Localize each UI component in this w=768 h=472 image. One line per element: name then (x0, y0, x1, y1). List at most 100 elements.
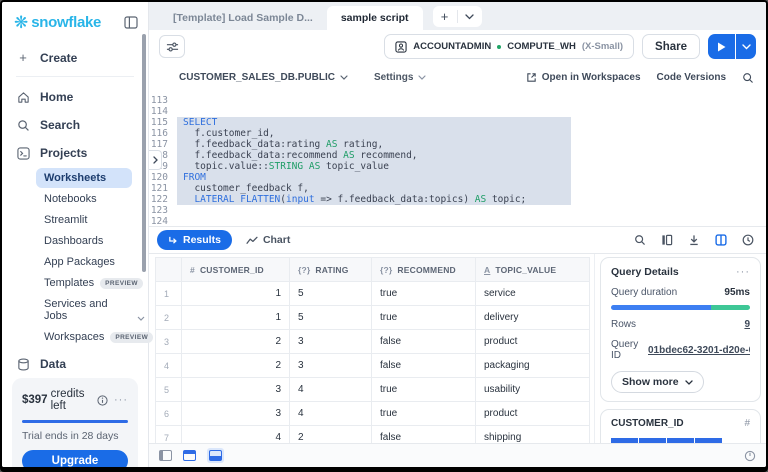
layout-editor-only-icon[interactable] (159, 450, 172, 461)
sidebar-item-dashboards[interactable]: Dashboards (36, 231, 132, 251)
run-button[interactable] (708, 34, 735, 59)
sidebar-scrollbar[interactable] (142, 34, 146, 272)
cell-rating[interactable]: 4 (289, 377, 372, 402)
sidebar-scroll-more-icon[interactable] (137, 308, 145, 326)
sidebar-item-services-and-jobs[interactable]: Services and Jobs (36, 294, 132, 326)
cell-customer_id[interactable]: 3 (181, 377, 290, 402)
run-options-chevron-icon[interactable] (736, 34, 756, 59)
database-icon (16, 358, 30, 371)
new-tab-button[interactable]: + (433, 6, 457, 27)
query-id-link[interactable]: 01bdec62-3201-d20e-0... (648, 345, 750, 356)
row-number: 2 (155, 305, 182, 330)
info-icon[interactable] (97, 394, 108, 406)
rows-value-link[interactable]: 9 (744, 319, 750, 330)
history-clock-icon[interactable] (742, 234, 754, 246)
credits-menu-icon[interactable]: ··· (114, 394, 128, 406)
sidebar-item-worksheets[interactable]: Worksheets (36, 168, 132, 188)
sidebar-item-projects[interactable]: Projects (10, 139, 140, 167)
cell-customer_id[interactable]: 1 (181, 305, 290, 330)
status-power-icon[interactable] (744, 450, 756, 462)
columns-icon[interactable] (661, 234, 673, 246)
code-versions-link[interactable]: Code Versions (657, 72, 726, 83)
tab-chart[interactable]: Chart (246, 234, 290, 246)
cell-rating[interactable]: 4 (289, 401, 372, 426)
table-row[interactable]: 1 1 5 true service (155, 281, 590, 306)
divider (16, 76, 134, 77)
sidebar-item-search[interactable]: Search (10, 111, 140, 139)
results-table-wrap[interactable]: # CUSTOMER_ID {?} RATING {?} RECOMMEND A TOPIC_… (155, 257, 590, 443)
table-row[interactable]: 4 2 3 false packaging (155, 353, 590, 378)
sidebar-item-templates[interactable]: Templates PREVIEW (36, 273, 143, 293)
sidebar-item-workspaces[interactable]: Workspaces PREVIEW (36, 327, 154, 347)
column-name: RECOMMEND (397, 264, 456, 275)
tab-sample-script[interactable]: sample script (326, 6, 423, 30)
cell-customer_id[interactable]: 1 (181, 281, 290, 306)
sidebar-item-notebooks[interactable]: Notebooks (36, 189, 132, 209)
upgrade-button[interactable]: Upgrade (22, 450, 128, 467)
table-row[interactable]: 6 3 4 true product (155, 401, 590, 426)
worksheet-options-icon[interactable] (159, 35, 185, 58)
tab-list-chevron-icon[interactable] (458, 6, 482, 27)
table-row[interactable]: 7 4 2 false shipping (155, 425, 590, 443)
code-line: 114 (149, 106, 766, 117)
cell-topic_value[interactable]: packaging (475, 353, 590, 378)
warehouse-size: (X-Small) (581, 41, 624, 52)
table-row[interactable]: 3 2 3 false product (155, 329, 590, 354)
sidebar-collapse-icon[interactable] (124, 16, 138, 29)
query-details-menu-icon[interactable]: ··· (736, 266, 750, 278)
cell-topic_value[interactable]: delivery (475, 305, 590, 330)
open-in-workspaces-link[interactable]: Open in Workspaces (526, 72, 641, 83)
expand-panel-button[interactable] (149, 150, 162, 170)
cell-rating[interactable]: 3 (289, 329, 372, 354)
row-number-header (155, 257, 182, 282)
cell-rating[interactable]: 5 (289, 305, 372, 330)
create-button[interactable]: + Create (10, 43, 140, 72)
sidebar-item-streamlit[interactable]: Streamlit (36, 210, 132, 230)
layout-results-icon[interactable] (207, 448, 224, 463)
cell-customer_id[interactable]: 3 (181, 401, 290, 426)
cell-rating[interactable]: 3 (289, 353, 372, 378)
editor-search-icon[interactable] (742, 72, 754, 84)
cell-rating[interactable]: 5 (289, 281, 372, 306)
cell-recommend[interactable]: true (371, 377, 476, 402)
column-header-recommend[interactable]: {?} RECOMMEND (371, 257, 476, 282)
cell-recommend[interactable]: false (371, 425, 476, 443)
column-header-topic_value[interactable]: A TOPIC_VALUE (475, 257, 590, 282)
sidebar-item-label: Workspaces (44, 331, 105, 343)
settings-dropdown[interactable]: Settings (374, 72, 427, 83)
cell-topic_value[interactable]: shipping (475, 425, 590, 443)
code-text: f.feedback_data:recommend AS recommend, (177, 150, 571, 161)
table-row[interactable]: 5 3 4 true usability (155, 377, 590, 402)
cell-recommend[interactable]: true (371, 401, 476, 426)
sidebar-item-app-packages[interactable]: App Packages (36, 252, 132, 272)
cell-recommend[interactable]: true (371, 281, 476, 306)
column-header-customer_id[interactable]: # CUSTOMER_ID (181, 257, 290, 282)
results-search-icon[interactable] (634, 234, 646, 246)
cell-recommend[interactable]: false (371, 353, 476, 378)
cell-topic_value[interactable]: product (475, 401, 590, 426)
cell-topic_value[interactable]: service (475, 281, 590, 306)
cell-customer_id[interactable]: 4 (181, 425, 290, 443)
cell-recommend[interactable]: false (371, 329, 476, 354)
tab-template-load-sample-data[interactable]: [Template] Load Sample D... (159, 6, 327, 30)
sidebar-item-home[interactable]: Home (10, 83, 140, 111)
cell-customer_id[interactable]: 2 (181, 329, 290, 354)
split-panel-icon[interactable] (715, 234, 727, 246)
sidebar-item-data[interactable]: Data (10, 350, 140, 378)
cell-topic_value[interactable]: usability (475, 377, 590, 402)
sql-editor[interactable]: 113 114 115 SELECT 116 f.customer_id, 117 f… (149, 92, 766, 226)
database-schema-selector[interactable]: CUSTOMER_SALES_DB.PUBLIC (179, 72, 348, 83)
show-more-button[interactable]: Show more (611, 371, 704, 393)
session-context-selector[interactable]: ACCOUNTADMIN COMPUTE_WH (X-Small) (384, 34, 635, 59)
cell-topic_value[interactable]: product (475, 329, 590, 354)
cell-recommend[interactable]: true (371, 305, 476, 330)
column-header-rating[interactable]: {?} RATING (289, 257, 372, 282)
share-button[interactable]: Share (642, 34, 700, 59)
layout-split-icon[interactable] (183, 450, 196, 461)
cell-rating[interactable]: 2 (289, 425, 372, 443)
text-type-icon: A (484, 264, 491, 275)
download-icon[interactable] (688, 234, 700, 246)
cell-customer_id[interactable]: 2 (181, 353, 290, 378)
table-row[interactable]: 2 1 5 true delivery (155, 305, 590, 330)
tab-results[interactable]: Results (157, 230, 232, 250)
